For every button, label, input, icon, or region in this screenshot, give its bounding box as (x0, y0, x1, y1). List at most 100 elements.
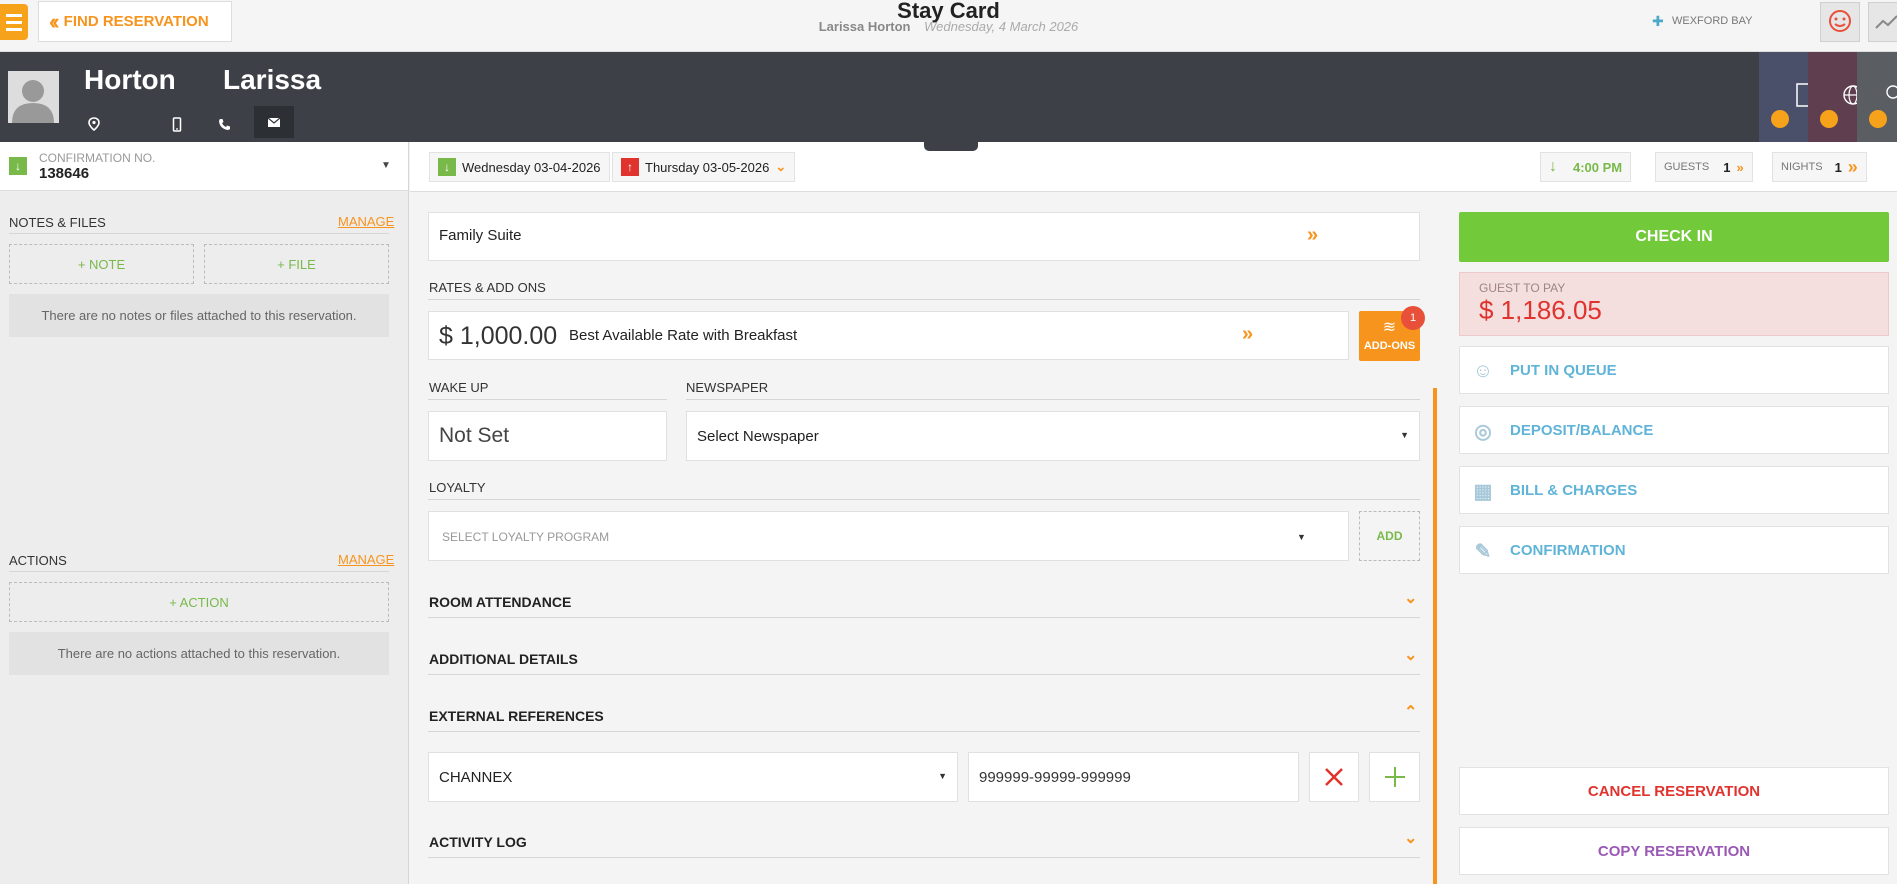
loyalty-select[interactable]: SELECT LOYALTY PROGRAM ▼ (428, 511, 1349, 561)
reference-value: 999999-99999-999999 (979, 769, 1131, 786)
confirmation-label: CONFIRMATION (1510, 541, 1626, 559)
divider (9, 233, 389, 234)
mobile-icon[interactable] (163, 110, 191, 138)
bill-charges-label: BILL & CHARGES (1510, 481, 1638, 499)
add-ons-badge: 1 (1401, 306, 1425, 330)
newspaper-select[interactable]: Select Newspaper ▼ (686, 411, 1420, 461)
coins-icon: ◎ (1474, 420, 1492, 443)
caret-down-icon: ▼ (1400, 430, 1409, 440)
additional-details-title[interactable]: ADDITIONAL DETAILS (429, 651, 578, 667)
guests-button[interactable]: GUESTS 1 » (1655, 152, 1753, 182)
add-note-button[interactable]: + NOTE (9, 244, 194, 284)
double-chevron-down-icon[interactable]: ⌄ (1404, 588, 1417, 608)
sidetab-web[interactable] (1808, 52, 1863, 142)
nights-count: 1 (1834, 159, 1842, 175)
loyalty-placeholder: SELECT LOYALTY PROGRAM (442, 530, 610, 544)
layers-icon: ≋ (1382, 319, 1397, 336)
external-references-title[interactable]: EXTERNAL REFERENCES (429, 708, 604, 724)
arrival-date-button[interactable]: ↓ Wednesday 03-04-2026 (429, 152, 610, 182)
channel-select[interactable]: CHANNEX ▼ (428, 752, 958, 802)
confirmation-number: 138646 (39, 165, 90, 182)
scroll-indicator[interactable] (1433, 388, 1437, 884)
guest-last-name: Horton (84, 64, 176, 95)
group-icon (1886, 85, 1897, 99)
actions-manage-link[interactable]: MANAGE (338, 552, 394, 567)
loyalty-label: LOYALTY (429, 480, 486, 495)
double-chevron-right-icon: » (1307, 224, 1319, 246)
remove-reference-button[interactable] (1309, 752, 1359, 802)
divider (428, 499, 1420, 500)
email-icon[interactable] (254, 106, 294, 138)
hotel-selector[interactable]: ✚ WEXFORD BAY (1652, 14, 1752, 28)
caret-down-icon: ▼ (938, 771, 947, 781)
newspaper-label: NEWSPAPER (686, 380, 769, 395)
hotel-name: WEXFORD BAY (1672, 15, 1753, 27)
drawer-handle[interactable] (924, 141, 978, 151)
guest-to-pay-label: GUEST TO PAY (1479, 281, 1566, 295)
guest-first-name: Larissa (223, 64, 322, 95)
room-attendance-title[interactable]: ROOM ATTENDANCE (429, 594, 571, 610)
divider (428, 731, 1420, 732)
guests-count: 1 (1723, 159, 1731, 175)
rates-label: RATES & ADD ONS (429, 280, 546, 295)
chat-button[interactable] (1820, 2, 1860, 42)
caret-down-icon[interactable]: ▼ (381, 160, 391, 171)
add-reference-button[interactable] (1369, 752, 1420, 802)
add-file-button[interactable]: + FILE (204, 244, 389, 284)
arrow-down-icon: ↓ (1549, 158, 1557, 175)
smiley-chat-icon (1829, 10, 1851, 32)
activity-log-title[interactable]: ACTIVITY LOG (429, 834, 527, 850)
double-chevron-down-icon[interactable]: ⌄ (1404, 645, 1417, 665)
calculator-icon: ▦ (1473, 480, 1493, 503)
sidetab-more[interactable] (1857, 52, 1897, 142)
departure-date-button[interactable]: ↑ Thursday 03-05-2026 ⌄ (612, 152, 796, 182)
page-subtitle: Larissa Horton Wednesday, 4 March 2026 (0, 19, 1897, 34)
divider (428, 674, 1420, 675)
channel-value: CHANNEX (439, 769, 513, 786)
hotel-logo-icon: ✚ (1652, 13, 1664, 29)
arrival-time: 4:00 PM (1573, 159, 1623, 175)
double-chevron-right-icon: » (1847, 156, 1858, 177)
nights-label: NIGHTS (1781, 161, 1823, 173)
departure-date: Thursday 03-05-2026 (645, 159, 770, 175)
check-in-button[interactable]: CHECK IN (1459, 212, 1889, 262)
search-icon (1820, 110, 1838, 128)
reference-input[interactable]: 999999-99999-999999 (968, 752, 1299, 802)
departure-icon: ↑ (621, 158, 639, 176)
wakeup-field[interactable]: Not Set (428, 411, 667, 461)
guests-label: GUESTS (1664, 161, 1710, 173)
notes-manage-link[interactable]: MANAGE (338, 214, 394, 229)
search-icon (1771, 110, 1789, 128)
location-icon[interactable] (80, 110, 108, 138)
sidetab-room[interactable] (1759, 52, 1814, 142)
deposit-balance-button[interactable]: ◎ DEPOSIT/BALANCE (1459, 406, 1889, 454)
wakeup-value: Not Set (439, 424, 510, 447)
notes-empty-message: There are no notes or files attached to … (9, 294, 389, 337)
room-type: Family Suite (439, 227, 522, 244)
trend-button[interactable] (1868, 2, 1897, 42)
phone-icon[interactable] (210, 110, 238, 138)
deposit-balance-label: DEPOSIT/BALANCE (1510, 421, 1654, 439)
confirmation-button[interactable]: ✎ CONFIRMATION (1459, 526, 1889, 574)
trend-icon (1875, 15, 1897, 29)
loyalty-add-button[interactable]: ADD (1359, 511, 1420, 561)
avatar[interactable] (8, 71, 59, 123)
header-date: Wednesday, 4 March 2026 (924, 19, 1079, 34)
double-chevron-up-icon[interactable]: ⌃ (1404, 702, 1417, 722)
cancel-reservation-button[interactable]: CANCEL RESERVATION (1459, 767, 1889, 815)
room-type-card[interactable]: Family Suite » (428, 212, 1420, 261)
copy-reservation-button[interactable]: COPY RESERVATION (1459, 827, 1889, 875)
double-chevron-right-icon: » (1242, 323, 1254, 345)
bill-charges-button[interactable]: ▦ BILL & CHARGES (1459, 466, 1889, 514)
rate-name: Best Available Rate with Breakfast (569, 327, 798, 344)
divider (428, 617, 1420, 618)
nights-button[interactable]: NIGHTS 1 » (1772, 152, 1867, 182)
arrival-time-button[interactable]: ↓ 4:00 PM (1540, 152, 1632, 182)
rate-card[interactable]: $ 1,000.00 Best Available Rate with Brea… (428, 311, 1349, 360)
pen-icon: ✎ (1474, 540, 1492, 563)
double-chevron-down-icon[interactable]: ⌄ (1404, 828, 1417, 848)
add-action-button[interactable]: + ACTION (9, 582, 389, 622)
add-ons-label: ADD-ONS (1363, 340, 1416, 352)
put-in-queue-button[interactable]: ☺ PUT IN QUEUE (1459, 346, 1889, 394)
header-guest-name: Larissa Horton (818, 19, 911, 34)
